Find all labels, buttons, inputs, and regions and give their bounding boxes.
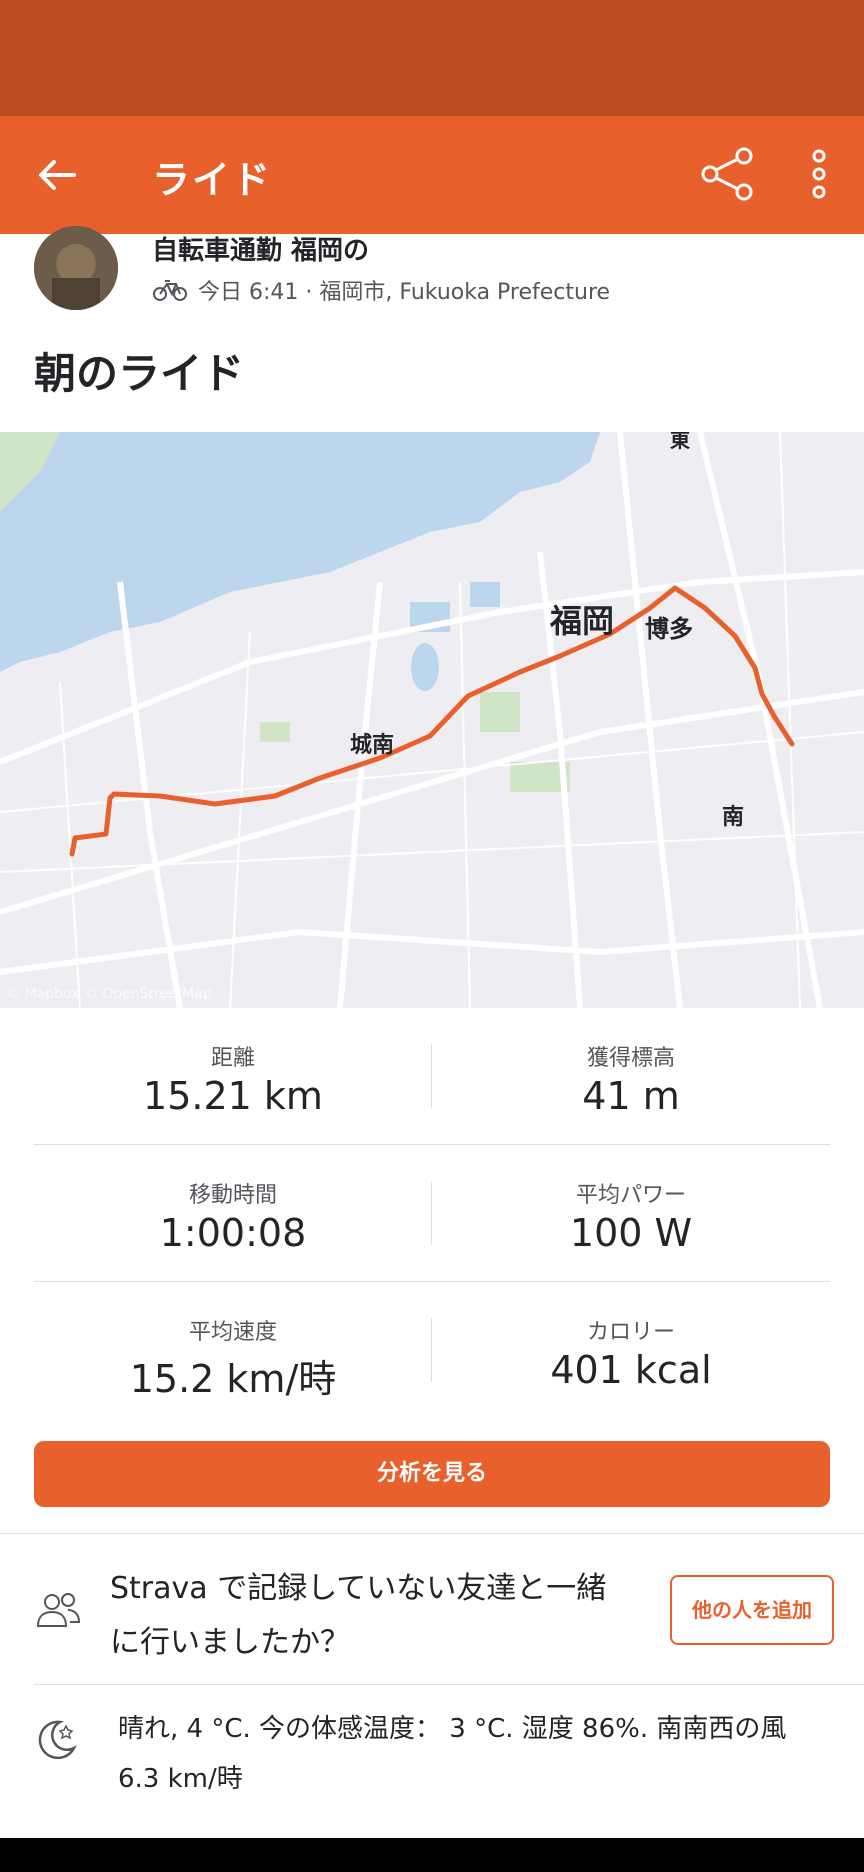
weather-text: 晴れ, 4 °C. 今の体感温度： 3 °C. 湿度 86%. 南南西の風 6.…: [118, 1714, 787, 1794]
stat-label: 移動時間: [188, 1183, 277, 1208]
stat-avg-power: 平均パワー 100 W: [432, 1145, 830, 1281]
activity-meta: 今日 6:41 · 福岡市, Fukuoka Prefecture: [152, 274, 610, 306]
system-nav-bar: [0, 1838, 864, 1872]
more-vertical-icon[interactable]: [802, 146, 836, 202]
map-label-hakata: 博多: [645, 615, 693, 643]
add-others-button[interactable]: 他の人を追加: [670, 1575, 834, 1645]
stat-calories: カロリー 401 kcal: [432, 1282, 830, 1418]
bike-icon: [153, 280, 187, 301]
map-label-fukuoka: 福岡: [549, 602, 614, 640]
stat-label: カロリー: [586, 1320, 675, 1345]
route-map[interactable]: 福岡 博多 城南 南 東 © Mapbox © OpenStreetMap: [0, 432, 864, 1008]
avatar[interactable]: [34, 226, 118, 310]
map-label-jonan: 城南: [350, 732, 394, 758]
stat-value: 401 kcal: [550, 1348, 712, 1392]
stats-row: 距離 15.21 km 獲得標高 41 m: [34, 1008, 830, 1145]
moon-star-icon: [38, 1720, 77, 1760]
stat-value: 100 W: [569, 1211, 693, 1255]
arrow-left-icon[interactable]: [34, 152, 80, 198]
map-label-minami: 南: [722, 805, 744, 830]
stat-moving-time: 移動時間 1:00:08: [34, 1145, 432, 1281]
stat-avg-speed: 平均速度 15.2 km/時: [34, 1282, 432, 1418]
share-icon[interactable]: [700, 146, 756, 202]
stat-value: 41 m: [582, 1074, 680, 1118]
stat-elevation-gain: 獲得標高 41 m: [432, 1008, 830, 1144]
people-icon: [36, 1593, 81, 1627]
stat-value: 1:00:08: [159, 1211, 307, 1255]
divider: [34, 1684, 864, 1685]
stat-value: 15.2 km/時: [129, 1357, 337, 1401]
stat-value: 15.21 km: [143, 1074, 323, 1118]
athlete-name[interactable]: 自転車通勤 福岡の: [152, 230, 369, 267]
map-label-higashi: 東: [670, 432, 690, 452]
stats-row: 移動時間 1:00:08 平均パワー 100 W: [34, 1145, 830, 1282]
stat-label: 獲得標高: [586, 1046, 675, 1071]
stat-label: 距離: [210, 1046, 255, 1071]
stat-label: 平均速度: [188, 1320, 277, 1345]
stat-distance: 距離 15.21 km: [34, 1008, 432, 1144]
add-friends-prompt: Strava で記録していない友達と一緒に行いましたか？: [110, 1571, 607, 1660]
activity-header: 自転車通勤 福岡の 今日 6:41 · 福岡市, Fukuoka Prefect…: [0, 226, 864, 330]
stat-label: 平均パワー: [575, 1183, 686, 1208]
view-analysis-button[interactable]: 分析を見る: [34, 1441, 830, 1507]
page-title: ライド: [152, 158, 273, 202]
map-attribution[interactable]: © Mapbox © OpenStreetMap: [6, 986, 212, 1002]
activity-title: 朝のライド: [34, 349, 245, 398]
weather-section: 晴れ, 4 °C. 今の体感温度： 3 °C. 湿度 86%. 南南西の風 6.…: [0, 1686, 864, 1816]
stats-row: 平均速度 15.2 km/時 カロリー 401 kcal: [34, 1282, 830, 1418]
stats-grid: 距離 15.21 km 獲得標高 41 m 移動時間 1:00:08 平均パワー…: [34, 1008, 830, 1418]
app-bar: ライド: [0, 116, 864, 234]
status-bar: [0, 0, 864, 116]
activity-meta-text: 今日 6:41 · 福岡市, Fukuoka Prefecture: [198, 280, 611, 305]
